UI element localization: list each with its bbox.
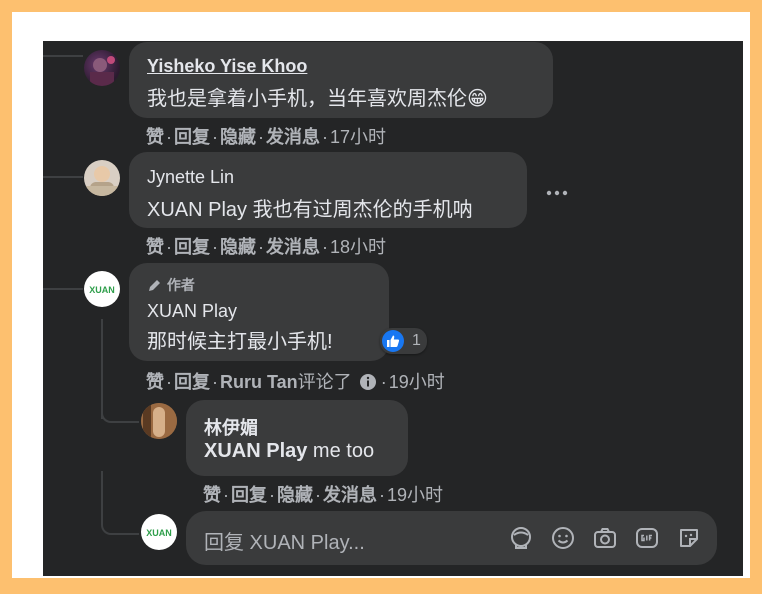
timestamp[interactable]: 19小时 [387, 485, 443, 505]
hide-button[interactable]: 隐藏 [220, 127, 256, 147]
message-button[interactable]: 发消息 [323, 485, 377, 505]
separator: · [166, 237, 172, 257]
comment-bubble-1: Yisheko Yise Khoo 我也是拿着小手机，当年喜欢周杰伦😁 [129, 42, 553, 118]
separator: · [379, 485, 385, 505]
thread-branch-input [101, 471, 139, 535]
reply-author[interactable]: 林伊媚 [204, 414, 258, 440]
separator: · [380, 372, 387, 392]
author-badge: 作者 [147, 275, 195, 295]
thread-branch-reply [101, 371, 139, 423]
comment-author[interactable]: Yisheko Yise Khoo [147, 56, 307, 77]
commenter-name[interactable]: Ruru Tan [220, 372, 298, 392]
info-icon[interactable] [359, 373, 377, 391]
separator: · [258, 127, 264, 147]
more-options-icon[interactable] [546, 175, 568, 203]
avatar-yisheko[interactable] [84, 50, 120, 86]
reply-actions: 赞 · 回复 · 隐藏 · 发消息 · 19小时 [203, 481, 443, 507]
separator: · [166, 372, 172, 392]
reply-button[interactable]: 回复 [174, 372, 210, 392]
reaction-count: 1 [412, 332, 421, 349]
avatar-photo-icon [84, 166, 120, 196]
avatar-lin-yimei[interactable] [141, 403, 177, 439]
separator: · [315, 485, 321, 505]
hide-button[interactable]: 隐藏 [220, 237, 256, 257]
separator: · [258, 237, 264, 257]
xuan-play-logo-icon: XUAN [146, 528, 172, 538]
reaction-summary[interactable]: 1 [380, 328, 427, 354]
timestamp[interactable]: 17小时 [330, 127, 386, 147]
sticker-icon[interactable] [677, 526, 701, 550]
comment-bubble-3: 作者 XUAN Play 那时候主打最小手机! [129, 263, 389, 361]
reply-button[interactable]: 回复 [231, 485, 267, 505]
emoji-icon[interactable] [551, 526, 575, 550]
comment-text: 那时候主打最小手机! [147, 331, 333, 353]
reply-input[interactable]: 回复 XUAN Play... [186, 511, 717, 565]
comment-text: 我也是拿着小手机，当年喜欢周杰伦😁 [147, 88, 488, 110]
comment-bubble-2: Jynette Lin XUAN Play 我也有过周杰伦的手机呐 [129, 152, 527, 228]
separator: · [166, 127, 172, 147]
svg-text:XUAN: XUAN [146, 528, 172, 538]
separator: · [212, 237, 218, 257]
commenter-suffix: 评论了 [297, 372, 352, 392]
screenshot-frame: Yisheko Yise Khoo 我也是拿着小手机，当年喜欢周杰伦😁 赞 · 回复… [12, 12, 750, 578]
like-button[interactable]: 赞 [146, 127, 164, 147]
avatar-photo-icon [90, 56, 115, 86]
gif-icon[interactable] [635, 526, 659, 550]
avatar-jynette[interactable] [84, 160, 120, 196]
hide-button[interactable]: 隐藏 [277, 485, 313, 505]
timestamp[interactable]: 18小时 [330, 237, 386, 257]
more-horizontal-icon [546, 190, 568, 196]
thread-line-2 [43, 176, 83, 178]
comment-actions-2: 赞 · 回复 · 隐藏 · 发消息 · 18小时 [146, 233, 386, 259]
comment-actions-1: 赞 · 回复 · 隐藏 · 发消息 · 17小时 [146, 123, 386, 149]
avatar-photo-icon [141, 403, 177, 439]
pencil-icon [149, 280, 160, 291]
separator: · [322, 127, 328, 147]
message-button[interactable]: 发消息 [266, 127, 320, 147]
svg-text:XUAN: XUAN [89, 285, 115, 295]
comment-author[interactable]: Jynette Lin [147, 167, 234, 188]
separator: · [322, 237, 328, 257]
comments-panel: Yisheko Yise Khoo 我也是拿着小手机，当年喜欢周杰伦😁 赞 · 回复… [43, 41, 743, 576]
separator: · [223, 485, 229, 505]
separator: · [212, 127, 218, 147]
reply-button[interactable]: 回复 [174, 237, 210, 257]
message-button[interactable]: 发消息 [266, 237, 320, 257]
avatar-xuan-play[interactable]: XUAN [84, 271, 120, 307]
mention-link[interactable]: XUAN Play [204, 440, 307, 462]
avatar-sticker-icon[interactable] [509, 526, 533, 550]
author-badge-label: 作者 [166, 277, 195, 293]
camera-icon[interactable] [593, 526, 617, 550]
separator: · [269, 485, 275, 505]
separator: · [212, 372, 218, 392]
like-button[interactable]: 赞 [203, 485, 221, 505]
timestamp[interactable]: 19小时 [389, 372, 445, 392]
like-button[interactable]: 赞 [146, 372, 164, 392]
reply-button[interactable]: 回复 [174, 127, 210, 147]
avatar-current-user: XUAN [141, 514, 177, 550]
comment-text: XUAN Play 我也有过周杰伦的手机呐 [147, 199, 473, 221]
reply-text: XUAN Play me too [204, 440, 374, 463]
thread-line-3 [43, 288, 83, 290]
reply-input-placeholder[interactable]: 回复 XUAN Play... [204, 526, 365, 555]
comment-author[interactable]: XUAN Play [147, 301, 237, 322]
like-reaction-icon [382, 330, 404, 352]
xuan-play-logo-icon: XUAN [89, 285, 115, 295]
like-button[interactable]: 赞 [146, 237, 164, 257]
reply-bubble: 林伊媚 XUAN Play me too [186, 400, 408, 476]
comment-actions-3: 赞 · 回复 · Ruru Tan评论了 · 19小时 [146, 368, 445, 394]
reply-text-rest: me too [307, 440, 375, 462]
thread-line-top [43, 55, 83, 57]
thumbs-up-icon [387, 335, 400, 347]
